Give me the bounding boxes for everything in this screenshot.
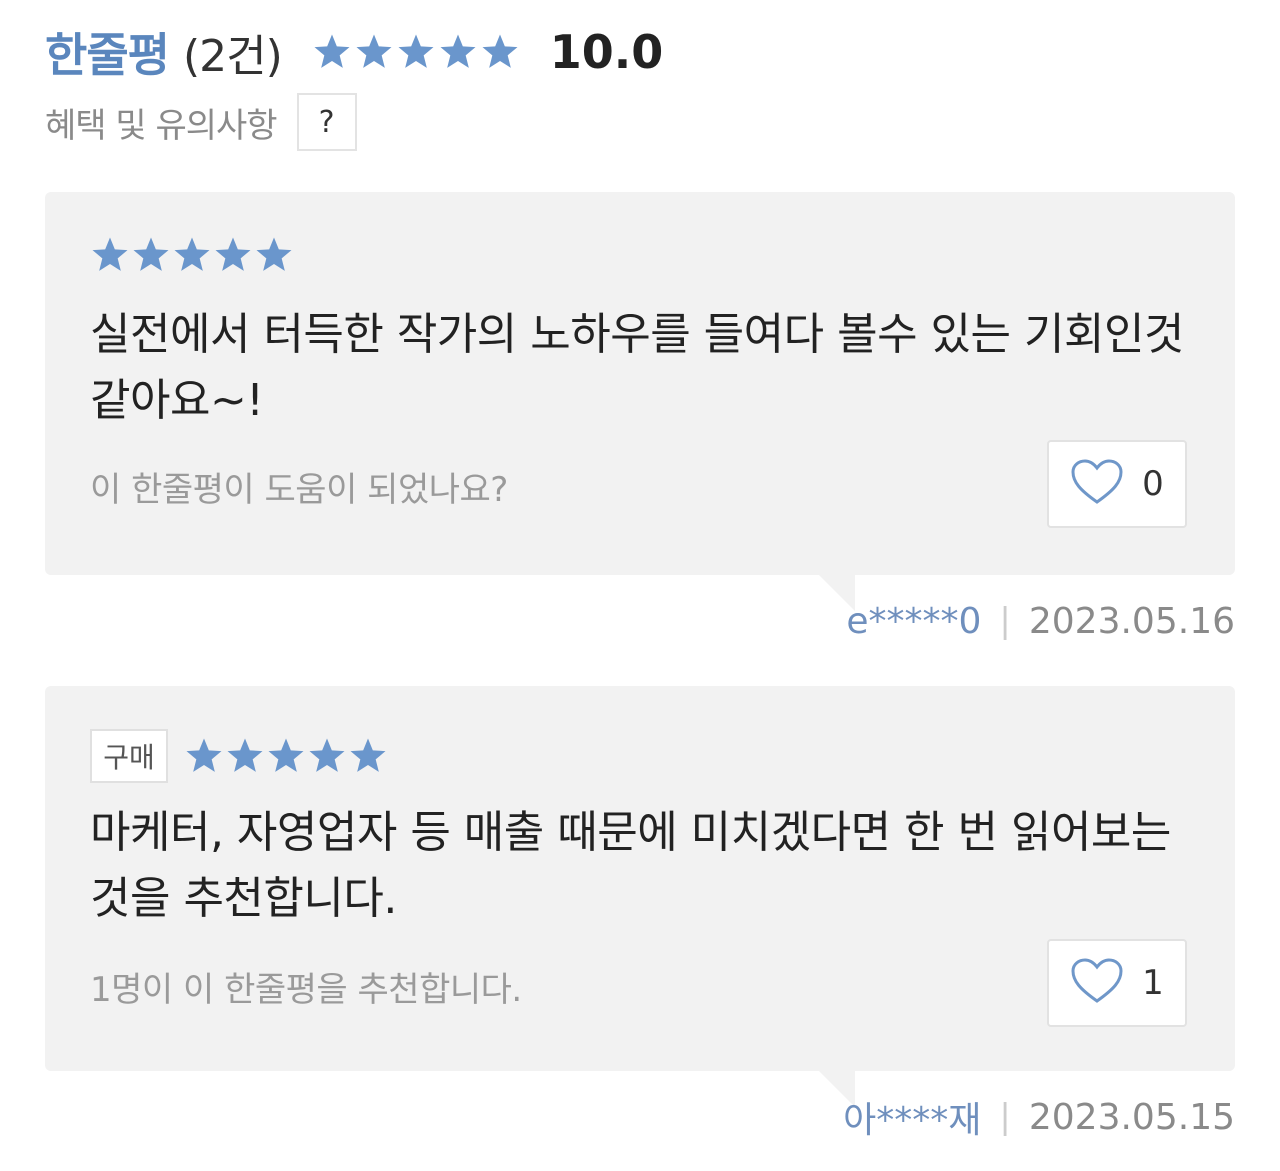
review-rating-row: 구매 (90, 729, 388, 783)
star-icon (398, 34, 434, 68)
benefits-notice-label: 혜택 및 유의사항 (45, 105, 278, 146)
review-author: e*****0 (846, 600, 982, 642)
review-rating-row (90, 235, 294, 275)
star-icon (440, 34, 476, 68)
review-rating-stars (184, 736, 388, 776)
review-author: 아****재 (843, 1100, 982, 1141)
review-date: 2023.05.16 (1028, 600, 1235, 642)
like-button[interactable]: 1 (1047, 939, 1187, 1027)
star-icon (133, 237, 169, 271)
star-icon (186, 738, 222, 772)
star-icon (174, 237, 210, 271)
review-text: 실전에서 터득한 작가의 노하우를 들여다 볼수 있는 기회인것같아요~! (90, 309, 1184, 426)
review-count: (2건) (182, 31, 283, 82)
helpful-question: 이 한줄평이 도움이 되었나요? (90, 470, 508, 510)
review-meta: e*****0 | 2023.05.16 (846, 600, 1235, 642)
review-rating-stars (90, 235, 294, 275)
star-icon (268, 738, 304, 772)
benefits-notice: 혜택 및 유의사항 ? (45, 93, 357, 151)
star-icon (309, 738, 345, 772)
purchase-badge: 구매 (90, 729, 168, 783)
star-icon (350, 738, 386, 772)
heart-icon (1070, 957, 1124, 1009)
recommend-count-text: 1명이 이 한줄평을 추천합니다. (90, 970, 522, 1010)
review-date: 2023.05.15 (1028, 1096, 1235, 1138)
review-summary-header: 한줄평 (2건) 10.0 (45, 22, 663, 82)
average-score: 10.0 (549, 25, 664, 79)
heart-icon (1070, 458, 1124, 510)
meta-divider: | (999, 601, 1011, 641)
star-icon (482, 34, 518, 68)
section-title: 한줄평 (45, 28, 170, 82)
review-card: 구매 마케터, 자영업자 등 매출 때문에 미치겠다면 한 번 읽어보는 것을 … (45, 686, 1235, 1107)
meta-divider: | (999, 1097, 1011, 1137)
star-icon (215, 237, 251, 271)
star-icon (92, 237, 128, 271)
like-count: 1 (1142, 963, 1164, 1003)
star-icon (356, 34, 392, 68)
review-card: 실전에서 터득한 작가의 노하우를 들여다 볼수 있는 기회인것같아요~! 이 … (45, 192, 1235, 611)
help-button[interactable]: ? (296, 93, 357, 151)
star-icon (227, 738, 263, 772)
star-icon (314, 34, 350, 68)
review-text: 마케터, 자영업자 등 매출 때문에 미치겠다면 한 번 읽어보는 것을 추천합… (90, 807, 1171, 924)
review-meta: 아****재 | 2023.05.15 (843, 1096, 1235, 1142)
like-button[interactable]: 0 (1047, 440, 1187, 528)
average-rating-stars (312, 32, 520, 72)
star-icon (256, 237, 292, 271)
like-count: 0 (1142, 464, 1164, 504)
